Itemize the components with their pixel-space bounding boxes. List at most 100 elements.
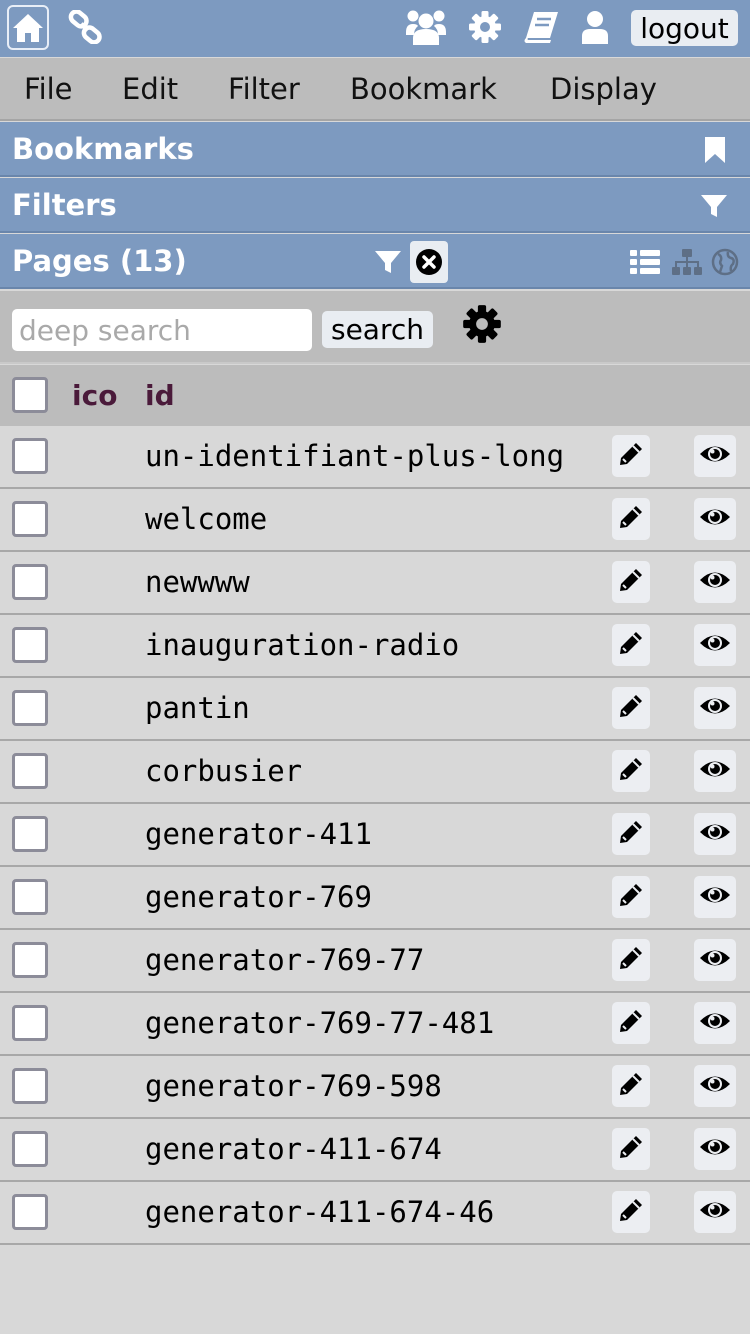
pages-filter-icon[interactable] [371, 245, 405, 279]
page-id[interactable]: pantin [145, 678, 250, 739]
view-button[interactable] [694, 750, 736, 792]
edit-button[interactable] [612, 750, 650, 792]
view-button[interactable] [694, 435, 736, 477]
pencil-icon [618, 1008, 644, 1038]
filter-icon[interactable] [697, 189, 731, 223]
edit-button[interactable] [612, 624, 650, 666]
link-button[interactable] [64, 8, 106, 46]
edit-button[interactable] [612, 939, 650, 981]
link-icon [68, 10, 102, 44]
eye-icon [699, 443, 731, 469]
table-row[interactable]: corbusier [0, 741, 750, 804]
list-view-icon[interactable] [628, 245, 662, 279]
bookmarks-title: Bookmarks [12, 132, 194, 166]
user-button[interactable] [578, 8, 612, 46]
edit-button[interactable] [612, 1065, 650, 1107]
bookmarks-section[interactable]: Bookmarks [0, 122, 750, 177]
edit-button[interactable] [612, 435, 650, 477]
page-id[interactable]: generator-769-598 [145, 1056, 442, 1117]
row-checkbox[interactable] [12, 942, 48, 978]
view-button[interactable] [694, 624, 736, 666]
menu-edit[interactable]: Edit [122, 58, 178, 120]
eye-icon [699, 506, 731, 532]
table-row[interactable]: pantin [0, 678, 750, 741]
search-button[interactable]: search [322, 311, 433, 348]
page-id[interactable]: generator-769 [145, 867, 372, 928]
edit-button[interactable] [612, 813, 650, 855]
view-button[interactable] [694, 561, 736, 603]
menu-filter[interactable]: Filter [228, 58, 300, 120]
row-checkbox[interactable] [12, 564, 48, 600]
table-row[interactable]: generator-411-674 [0, 1119, 750, 1182]
filters-section[interactable]: Filters [0, 178, 750, 233]
edit-button[interactable] [612, 687, 650, 729]
view-button[interactable] [694, 939, 736, 981]
edit-button[interactable] [612, 561, 650, 603]
view-button[interactable] [694, 1191, 736, 1233]
select-all-checkbox[interactable] [12, 377, 48, 413]
row-checkbox[interactable] [12, 501, 48, 537]
globe-icon[interactable] [708, 245, 742, 279]
column-id[interactable]: id [145, 365, 175, 426]
deep-search-input[interactable] [12, 309, 312, 351]
table-row[interactable]: generator-411-674-46 [0, 1182, 750, 1245]
column-ico[interactable]: ico [72, 365, 117, 426]
page-id[interactable]: inauguration-radio [145, 615, 459, 676]
page-id[interactable]: generator-769-77 [145, 930, 424, 991]
row-checkbox[interactable] [12, 1131, 48, 1167]
eye-icon [699, 1199, 731, 1225]
page-id[interactable]: generator-411-674 [145, 1119, 442, 1180]
row-checkbox[interactable] [12, 753, 48, 789]
logout-button[interactable]: logout [631, 10, 738, 46]
eye-icon [699, 569, 731, 595]
table-row[interactable]: generator-769 [0, 867, 750, 930]
view-button[interactable] [694, 1065, 736, 1107]
page-id[interactable]: un-identifiant-plus-long [145, 426, 564, 487]
documentation-button[interactable] [520, 7, 562, 47]
view-button[interactable] [694, 876, 736, 918]
row-checkbox[interactable] [12, 1068, 48, 1104]
users-button[interactable] [404, 7, 448, 47]
table-row[interactable]: generator-769-77 [0, 930, 750, 993]
view-button[interactable] [694, 687, 736, 729]
home-button[interactable] [7, 5, 49, 50]
edit-button[interactable] [612, 1191, 650, 1233]
view-button[interactable] [694, 498, 736, 540]
row-checkbox[interactable] [12, 690, 48, 726]
table-row[interactable]: inauguration-radio [0, 615, 750, 678]
table-row[interactable]: newwww [0, 552, 750, 615]
bookmark-icon[interactable] [698, 133, 732, 167]
row-checkbox[interactable] [12, 816, 48, 852]
edit-button[interactable] [612, 876, 650, 918]
page-id[interactable]: welcome [145, 489, 267, 550]
page-id[interactable]: generator-411-674-46 [145, 1182, 494, 1243]
table-row[interactable]: generator-411 [0, 804, 750, 867]
row-checkbox[interactable] [12, 438, 48, 474]
menu-bookmark[interactable]: Bookmark [350, 58, 497, 120]
menu-file[interactable]: File [24, 58, 73, 120]
page-id[interactable]: newwww [145, 552, 250, 613]
page-id[interactable]: corbusier [145, 741, 302, 802]
row-checkbox[interactable] [12, 1194, 48, 1230]
pencil-icon [618, 693, 644, 723]
menu-display[interactable]: Display [550, 58, 657, 120]
view-button[interactable] [694, 813, 736, 855]
edit-button[interactable] [612, 1128, 650, 1170]
settings-button[interactable] [466, 8, 504, 46]
table-row[interactable]: generator-769-598 [0, 1056, 750, 1119]
page-id[interactable]: generator-769-77-481 [145, 993, 494, 1054]
edit-button[interactable] [612, 498, 650, 540]
table-row[interactable]: welcome [0, 489, 750, 552]
row-checkbox[interactable] [12, 1005, 48, 1041]
table-row[interactable]: un-identifiant-plus-long [0, 426, 750, 489]
row-checkbox[interactable] [12, 627, 48, 663]
clear-filter-button[interactable] [410, 241, 448, 283]
edit-button[interactable] [612, 1002, 650, 1044]
row-checkbox[interactable] [12, 879, 48, 915]
sitemap-icon[interactable] [670, 245, 704, 279]
view-button[interactable] [694, 1002, 736, 1044]
view-button[interactable] [694, 1128, 736, 1170]
page-id[interactable]: generator-411 [145, 804, 372, 865]
search-settings-button[interactable] [461, 303, 503, 345]
table-row[interactable]: generator-769-77-481 [0, 993, 750, 1056]
